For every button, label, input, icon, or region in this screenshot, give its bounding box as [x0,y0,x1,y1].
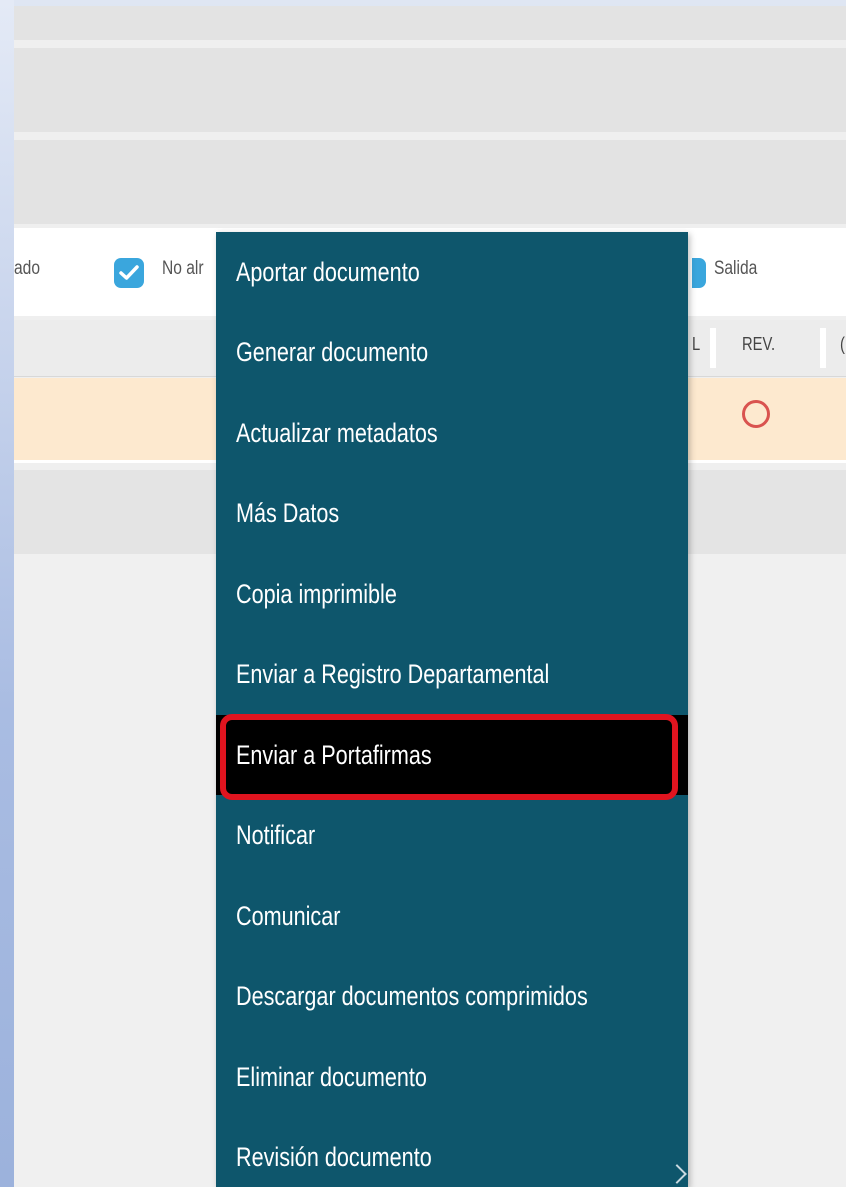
no-alr-checkbox[interactable] [114,258,144,288]
menu-item-mas-datos[interactable]: Más Datos [216,473,688,553]
header-panel [14,48,846,132]
column-separator [710,328,716,368]
check-icon [119,265,139,280]
menu-item-generar-documento[interactable]: Generar documento [216,312,688,392]
menu-item-label: Descargar documentos comprimidos [236,980,588,1011]
no-alr-label: No alr [162,258,204,279]
menu-item-label: Más Datos [236,497,340,528]
salida-checkbox[interactable] [692,258,706,288]
column-header-next: ( [840,334,845,354]
context-menu: Aportar documento Generar documento Actu… [216,232,688,1187]
menu-item-label: Generar documento [236,336,429,367]
menu-item-actualizar-metadatos[interactable]: Actualizar metadatos [216,393,688,473]
menu-item-descargar-documentos-comprimidos[interactable]: Descargar documentos comprimidos [216,956,688,1036]
menu-item-revision-documento[interactable]: Revisión documento [216,1117,688,1187]
column-header-cut: L [692,334,701,354]
menu-item-comunicar[interactable]: Comunicar [216,876,688,956]
menu-item-label: Notificar [236,819,316,850]
toolbar-panel [14,140,846,224]
menu-item-aportar-documento[interactable]: Aportar documento [216,232,688,312]
menu-item-label: Comunicar [236,900,341,931]
menu-item-copia-imprimible[interactable]: Copia imprimible [216,554,688,634]
background-strip [0,0,14,1187]
menu-item-enviar-portafirmas[interactable]: Enviar a Portafirmas [216,715,688,795]
circle-icon [742,400,770,428]
menu-item-enviar-registro-departamental[interactable]: Enviar a Registro Departamental [216,634,688,714]
menu-item-label: Enviar a Portafirmas [236,739,432,770]
menu-item-label: Revisión documento [236,1141,432,1172]
menu-item-eliminar-documento[interactable]: Eliminar documento [216,1037,688,1117]
menu-item-label: Eliminar documento [236,1061,427,1092]
menu-item-label: Enviar a Registro Departamental [236,658,550,689]
chevron-right-icon [667,1164,687,1184]
top-bar [14,6,846,40]
filter-label-cut: ado [14,258,40,279]
menu-item-label: Aportar documento [236,256,420,287]
column-header-rev[interactable]: REV. [742,334,775,355]
menu-item-label: Actualizar metadatos [236,417,438,448]
salida-label: Salida [714,258,758,279]
column-separator [820,328,826,368]
menu-item-notificar[interactable]: Notificar [216,795,688,875]
menu-item-label: Copia imprimible [236,578,397,609]
